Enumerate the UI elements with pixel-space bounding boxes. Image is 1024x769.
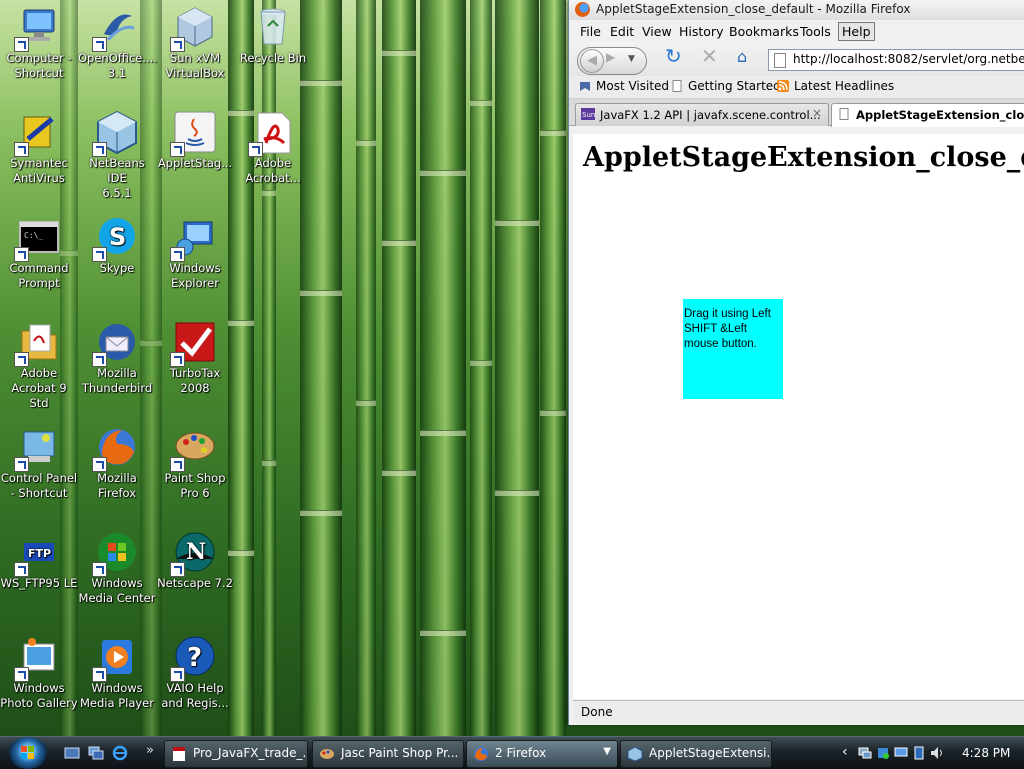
- history-dropdown-icon[interactable]: ▼: [628, 54, 635, 64]
- applet-instruction-text: Drag it using Left SHIFT &Left mouse but…: [684, 308, 771, 350]
- status-bar: Done: [573, 700, 1024, 723]
- display-icon[interactable]: [894, 746, 908, 760]
- desktop-icon-computer[interactable]: Computer - Shortcut: [0, 4, 78, 81]
- recycle-bin-icon: [260, 8, 286, 45]
- navigation-toolbar: ◀ ▶ ▼ ↻ ✕ ⌂ http://localhost:8082/servle…: [569, 42, 1024, 76]
- menu-bookmarks[interactable]: Bookmarks: [726, 23, 802, 40]
- taskbar-button-pdf[interactable]: Pro_JavaFX_trade_...: [164, 740, 308, 768]
- system-tray: ‹ 4:28 PM: [842, 740, 1024, 767]
- desktop-icon-media-player[interactable]: Windows Media Player: [78, 634, 156, 711]
- bookmarks-folder-icon: [580, 82, 590, 91]
- menu-bar: File Edit View History Bookmarks Tools H…: [569, 20, 1024, 42]
- desktop-icon-openoffice[interactable]: OpenOffice.... 3.1: [78, 4, 157, 81]
- tab-applet-stage-extension[interactable]: AppletStageExtension_close_default: [831, 103, 1024, 127]
- menu-tools[interactable]: Tools: [797, 23, 834, 40]
- tray-expand-icon[interactable]: ‹: [842, 744, 848, 760]
- show-desktop-icon[interactable]: [64, 745, 80, 761]
- svg-text:?: ?: [187, 643, 202, 673]
- power-icon[interactable]: [912, 746, 926, 760]
- svg-text:C:\_: C:\_: [24, 231, 43, 240]
- desktop-icon-symantec[interactable]: Symantec AntiVirus: [0, 109, 78, 186]
- back-button[interactable]: ◀: [580, 49, 604, 73]
- window-title-bar[interactable]: AppletStageExtension_close_default - Moz…: [569, 0, 1024, 20]
- desktop-icon-firefox[interactable]: Mozilla Firefox: [78, 424, 156, 501]
- sun-logo-icon: Sun: [581, 108, 595, 120]
- desktop-icon-photo-gallery[interactable]: Windows Photo Gallery: [0, 634, 78, 711]
- switch-windows-icon[interactable]: [88, 745, 104, 761]
- desktop-icon-netscape[interactable]: N Netscape 7.2: [156, 529, 234, 591]
- desktop-icon-windows-explorer[interactable]: Windows Explorer: [156, 214, 234, 291]
- menu-help[interactable]: Help: [838, 22, 875, 41]
- internet-explorer-icon[interactable]: [112, 745, 128, 761]
- back-forward-group: ◀ ▶ ▼: [577, 47, 647, 75]
- taskbar-button-firefox-group[interactable]: 2 Firefox ▼: [466, 740, 618, 768]
- menu-edit[interactable]: Edit: [607, 23, 637, 40]
- stop-button[interactable]: ✕: [701, 44, 718, 68]
- desktop-icon-vaio-help[interactable]: ? VAIO Help and Regis...: [156, 634, 234, 711]
- pdf-icon: [173, 747, 185, 761]
- desktop-icon-command-prompt[interactable]: C:\_ Command Prompt: [0, 214, 78, 291]
- desktop-icon-netbeans[interactable]: NetBeans IDE 6.5.1: [78, 109, 156, 201]
- bookmark-most-visited[interactable]: Most Visited: [579, 79, 669, 93]
- url-bar[interactable]: http://localhost:8082/servlet/org.netbea…: [768, 49, 1024, 71]
- tab-close-icon[interactable]: ×: [812, 106, 822, 120]
- desktop-icon-acrobat[interactable]: Adobe Acrobat...: [234, 109, 312, 186]
- javafx-applet[interactable]: Drag it using Left SHIFT &Left mouse but…: [683, 299, 783, 399]
- start-button[interactable]: [8, 737, 48, 769]
- desktop-icon-turbotax[interactable]: TurboTax 2008: [156, 319, 234, 396]
- bookmarks-toolbar: Most Visited Getting Started Latest Head…: [569, 76, 1024, 99]
- network-icon[interactable]: [858, 746, 872, 760]
- forward-button[interactable]: ▶: [606, 50, 615, 64]
- status-text: Done: [581, 705, 613, 719]
- menu-history[interactable]: History: [676, 23, 726, 40]
- window-title: AppletStageExtension_close_default - Moz…: [596, 2, 911, 16]
- taskbar-button-paint-shop[interactable]: Jasc Paint Shop Pr...: [312, 740, 464, 768]
- firefox-icon: [474, 747, 488, 761]
- desktop-icon-paint-shop-pro[interactable]: Paint Shop Pro 6: [156, 424, 234, 501]
- safely-remove-icon[interactable]: [876, 746, 890, 760]
- desktop-icon-adobe-acrobat-9[interactable]: Adobe Acrobat 9 Std: [0, 319, 78, 411]
- tab-javafx-api[interactable]: Sun JavaFX 1.2 API | javafx.scene.contro…: [575, 103, 829, 126]
- taskbar-button-applet[interactable]: AppletStageExtensi...: [620, 740, 772, 768]
- desktop-icon-recycle-bin[interactable]: Recycle Bin: [234, 4, 312, 66]
- page-icon: [774, 53, 786, 68]
- paint-shop-pro-icon: [320, 749, 334, 759]
- svg-text:FTP: FTP: [28, 547, 51, 560]
- desktop-icon-skype[interactable]: S Skype: [78, 214, 156, 276]
- windows-logo-icon: [21, 746, 35, 760]
- home-button[interactable]: ⌂: [737, 47, 747, 66]
- desktop-icon-ws-ftp[interactable]: FTP WS_FTP95 LE: [0, 529, 78, 591]
- firefox-icon: [575, 2, 590, 17]
- chevron-down-icon: ▼: [603, 746, 611, 757]
- svg-text:Sun: Sun: [582, 111, 595, 119]
- page-icon: [839, 108, 849, 120]
- clock[interactable]: 4:28 PM: [962, 746, 1010, 760]
- tab-strip: Sun JavaFX 1.2 API | javafx.scene.contro…: [569, 99, 1024, 127]
- desktop-icon-media-center[interactable]: Windows Media Center: [78, 529, 156, 606]
- menu-file[interactable]: File: [577, 23, 604, 40]
- url-text: http://localhost:8082/servlet/org.netbea…: [793, 52, 1024, 66]
- quick-launch-overflow[interactable]: »: [146, 743, 154, 758]
- svg-text:N: N: [186, 539, 206, 565]
- desktop-icon-thunderbird[interactable]: Mozilla Thunderbird: [78, 319, 156, 396]
- desktop-icon-applet-stage[interactable]: AppletStag...: [156, 109, 234, 171]
- page-icon: [672, 80, 682, 92]
- desktop-icon-virtualbox[interactable]: Sun xVM VirtualBox: [156, 4, 234, 81]
- reload-button[interactable]: ↻: [665, 44, 682, 68]
- menu-view[interactable]: View: [639, 23, 675, 40]
- page-content: AppletStageExtension_close_default Drag …: [573, 134, 1024, 699]
- page-heading: AppletStageExtension_close_default: [583, 142, 1024, 173]
- bookmark-latest-headlines[interactable]: Latest Headlines: [777, 79, 894, 93]
- taskbar: » Pro_JavaFX_trade_... Jasc Paint Shop P…: [0, 736, 1024, 769]
- svg-text:S: S: [109, 223, 126, 251]
- rss-feed-icon: [777, 80, 789, 92]
- desktop-icon-control-panel[interactable]: Control Panel - Shortcut: [0, 424, 78, 501]
- speaker-icon[interactable]: [930, 746, 944, 760]
- java-icon: [627, 746, 643, 762]
- bookmark-getting-started[interactable]: Getting Started: [671, 79, 781, 93]
- firefox-window: AppletStageExtension_close_default - Moz…: [568, 0, 1024, 725]
